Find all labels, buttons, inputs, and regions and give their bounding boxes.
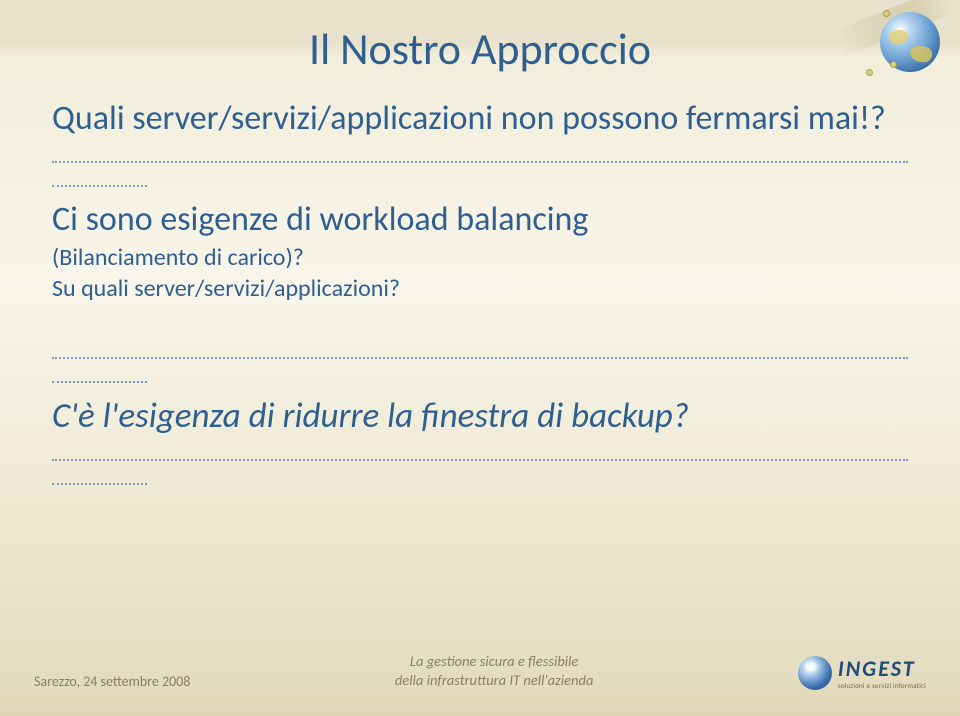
slide: Il Nostro Approccio Quali server/servizi… [0,0,960,716]
logo-name: INGEST [838,658,926,680]
fill-line-short [52,167,908,189]
question-2-sub2: Su quali server/servizi/applicazioni? [52,274,908,303]
slide-footer: Sarezzo, 24 settembre 2008 La gestione s… [34,652,926,690]
question-1: Quali server/servizi/applicazioni non po… [52,98,908,139]
slide-body: Quali server/servizi/applicazioni non po… [52,98,908,497]
question-2-sub1: (Bilanciamento di carico)? [52,243,908,272]
logo-text: INGEST soluzioni e servizi informatici [838,658,926,689]
footer-logo: INGEST soluzioni e servizi informatici [798,656,926,690]
fill-line-short [52,465,908,487]
question-3: C'è l'esigenza di ridurre la finestra di… [52,395,908,437]
fill-line [52,339,908,361]
footer-subtitle-line1: La gestione sicura e flessibile [395,652,594,671]
globe-icon [798,656,832,690]
fill-line [52,441,908,463]
fill-line [52,143,908,165]
logo-tagline: soluzioni e servizi informatici [838,682,926,689]
footer-subtitle: La gestione sicura e flessibile della in… [395,652,594,690]
fill-line-short [52,363,908,385]
question-2: Ci sono esigenze di workload balancing [52,199,908,240]
slide-title: Il Nostro Approccio [0,22,960,76]
footer-subtitle-line2: della infrastruttura IT nell'azienda [395,671,594,690]
footer-date: Sarezzo, 24 settembre 2008 [34,673,190,690]
